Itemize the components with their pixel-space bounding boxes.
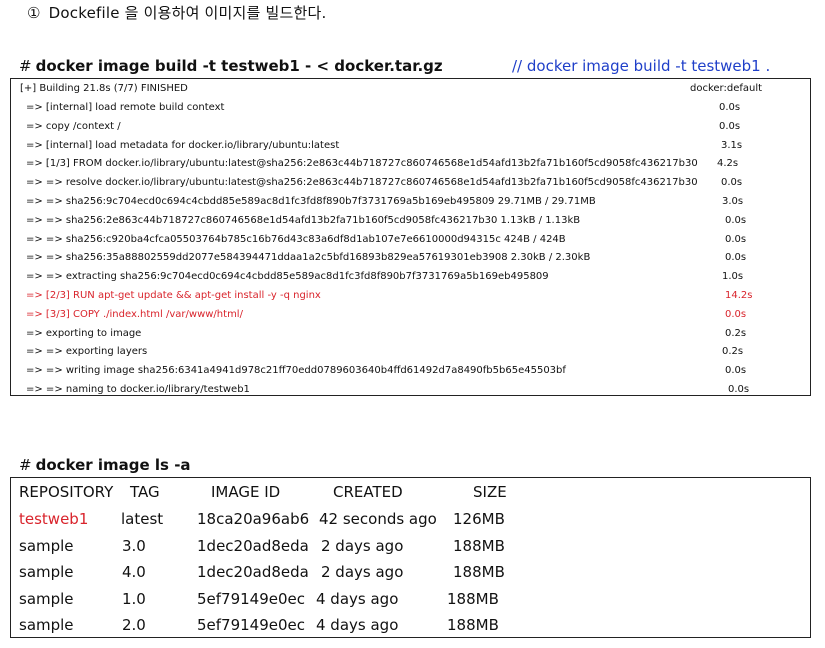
- build-header-right: docker:default: [690, 83, 763, 94]
- build-log-duration: 0.0s: [721, 177, 743, 189]
- build-log-duration: 0.0s: [719, 102, 741, 113]
- build-log-text: => [internal] load metadata for docker.i…: [26, 139, 340, 151]
- step-text: Dockefile 을 이용하여 이미지를 빌드한다.: [48, 4, 327, 22]
- build-log-text: => [1/3] FROM docker.io/library/ubuntu:l…: [26, 158, 698, 170]
- build-command-line: # docker image build -t testweb1 - < dock…: [19, 57, 443, 75]
- prompt-symbol: #: [19, 456, 32, 474]
- step-heading: ① Dockefile 을 이용하여 이미지를 빌드한다.: [27, 2, 327, 23]
- build-log-duration: 3.1s: [721, 139, 743, 151]
- build-log-duration: 0.2s: [722, 346, 744, 358]
- build-log-text: => => extracting sha256:9c704ecd0c694c4c…: [26, 271, 549, 283]
- table-cell-repository: sample: [19, 616, 74, 635]
- table-cell-size: 188MB: [447, 589, 499, 608]
- build-log-text: => => sha256:9c704ecd0c694c4cbdd85e589ac…: [26, 196, 596, 207]
- table-cell-created: 42 seconds ago: [319, 510, 437, 528]
- build-log-text: => => sha256:2e863c44b718727c860746568e1…: [26, 214, 581, 226]
- column-header-image-id: IMAGE ID: [211, 483, 281, 501]
- build-log-duration: 0.2s: [725, 327, 747, 339]
- table-cell-repository: sample: [19, 563, 74, 582]
- table-cell-repository: sample: [19, 536, 74, 555]
- column-header-repository: REPOSITORY: [19, 483, 114, 501]
- build-log-duration: 0.0s: [725, 252, 747, 264]
- table-cell-tag: 4.0: [122, 563, 146, 582]
- build-log-duration: 0.0s: [725, 308, 747, 320]
- table-cell-repository: sample: [19, 589, 74, 608]
- build-log-text: => => sha256:35a88802559dd2077e584394471…: [26, 252, 591, 264]
- build-log-duration: 0.0s: [728, 384, 750, 395]
- build-log-duration: 3.0s: [722, 196, 744, 207]
- build-log-text: => copy /context /: [26, 120, 121, 132]
- build-log-duration: 4.2s: [717, 158, 739, 170]
- table-cell-size: 188MB: [453, 563, 505, 582]
- table-cell-created: 2 days ago: [321, 563, 404, 582]
- table-cell-size: 126MB: [453, 510, 505, 528]
- prompt-symbol: #: [19, 57, 32, 75]
- table-cell-image-id: 5ef79149e0ec: [197, 616, 306, 635]
- ls-command-line: # docker image ls -a: [19, 456, 191, 474]
- build-log-text: => => naming to docker.io/library/testwe…: [26, 384, 250, 395]
- build-command: docker image build -t testweb1 - < docke…: [35, 57, 443, 75]
- table-cell-image-id: 1dec20ad8eda: [197, 563, 309, 582]
- build-command-comment: // docker image build -t testweb1 .: [512, 57, 771, 75]
- table-cell-repository: testweb1: [19, 510, 89, 528]
- build-log-duration: 14.2s: [725, 290, 753, 301]
- table-cell-image-id: 5ef79149e0ec: [197, 589, 306, 608]
- table-cell-created: 4 days ago: [316, 616, 399, 635]
- build-log-duration: 0.0s: [725, 233, 747, 245]
- build-log-text: => => resolve docker.io/library/ubuntu:l…: [26, 177, 698, 189]
- column-header-tag: TAG: [130, 483, 160, 501]
- build-log-duration: 0.0s: [725, 214, 747, 226]
- build-log-duration: 0.0s: [719, 120, 741, 132]
- table-cell-created: 4 days ago: [316, 589, 399, 608]
- build-log-text: => => sha256:c920ba4cfca05503764b785c16b…: [26, 233, 566, 245]
- build-log-text: => => writing image sha256:6341a4941d978…: [26, 365, 566, 377]
- build-header-text: [+] Building 21.8s (7/7) FINISHED: [20, 83, 188, 94]
- table-cell-size: 188MB: [453, 536, 505, 555]
- build-log-duration: 1.0s: [722, 271, 744, 283]
- table-cell-size: 188MB: [447, 616, 499, 635]
- build-log-text: => [2/3] RUN apt-get update && apt-get i…: [26, 290, 321, 301]
- column-header-size: SIZE: [473, 483, 507, 501]
- table-cell-tag: 2.0: [122, 616, 146, 635]
- column-header-created: CREATED: [333, 483, 403, 501]
- step-number: ①: [27, 4, 41, 22]
- build-log-text: => exporting to image: [26, 327, 142, 339]
- table-cell-image-id: 1dec20ad8eda: [197, 536, 309, 555]
- build-log-text: => [internal] load remote build context: [26, 102, 225, 113]
- table-cell-tag: 1.0: [122, 589, 146, 608]
- build-log-text: => => exporting layers: [26, 346, 148, 358]
- table-cell-tag: 3.0: [122, 536, 146, 555]
- image-list-box: REPOSITORY TAG IMAGE ID CREATED SIZE testweb1…: [10, 477, 811, 638]
- build-log-duration: 0.0s: [725, 365, 747, 377]
- table-cell-tag: latest: [121, 510, 164, 528]
- table-cell-image-id: 18ca20a96ab6: [197, 510, 310, 528]
- build-log-text: => [3/3] COPY ./index.html /var/www/html…: [26, 308, 243, 320]
- build-output-box: [+] Building 21.8s (7/7) FINISHED docker…: [10, 78, 811, 396]
- ls-command: docker image ls -a: [35, 456, 191, 474]
- table-cell-created: 2 days ago: [321, 536, 404, 555]
